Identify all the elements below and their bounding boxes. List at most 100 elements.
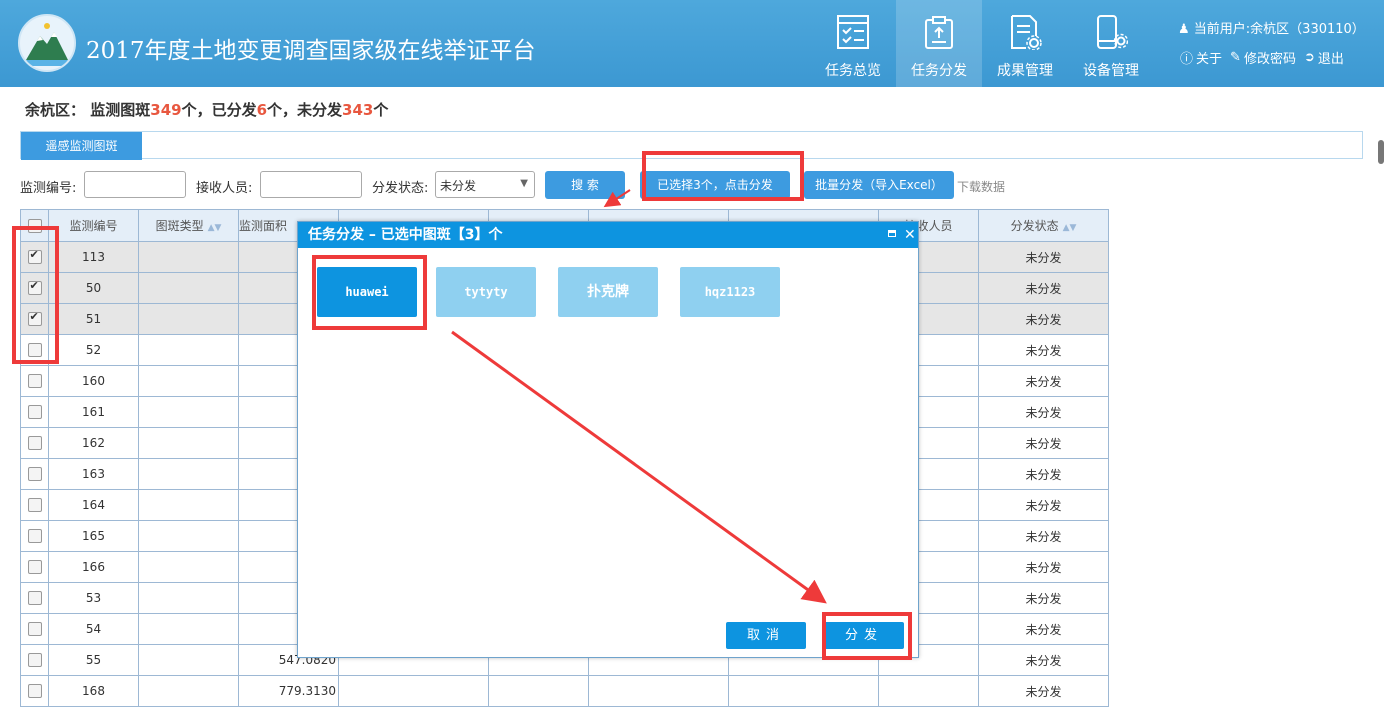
row-checkbox[interactable] [27, 310, 42, 327]
cell-empty [338, 675, 489, 707]
change-password-link[interactable]: ✎ 修改密码 [1230, 48, 1296, 67]
cell-select[interactable] [20, 675, 49, 707]
monitor-id-label: 监测编号: [20, 181, 77, 196]
cell-select[interactable] [20, 613, 49, 645]
cell-id: 160 [48, 365, 139, 397]
summary-region: 余杭区： [25, 101, 86, 119]
row-checkbox[interactable] [27, 684, 42, 699]
monitor-id-input[interactable] [84, 171, 186, 198]
summary-line: 余杭区： 监测图斑349个，已分发6个，未分发343个 [25, 99, 388, 120]
cell-select[interactable] [20, 582, 49, 614]
cell-status: 未分发 [978, 675, 1109, 707]
maximize-icon[interactable] [888, 230, 896, 237]
summary-monitor-prefix: 监测图斑 [90, 101, 151, 119]
user-option-hqz1123[interactable]: hqz1123 [680, 267, 780, 317]
nav-task-overview[interactable]: 任务总览 [810, 0, 896, 87]
distribution-dialog: 任务分发 – 已选中图斑【3】个 ✕ huawei tytyty 扑克牌 hqz… [297, 221, 919, 658]
sort-icon: ▲▼ [207, 223, 222, 233]
status-select[interactable]: 未分发 ▼ [435, 171, 535, 198]
nav-label: 任务总览 [825, 63, 881, 79]
cell-id: 164 [48, 489, 139, 521]
logout-icon: ➲ [1303, 50, 1315, 65]
distribute-selected-button[interactable]: 已选择3个，点击分发 [640, 171, 790, 199]
cell-type [138, 644, 239, 676]
select-all-cell[interactable] [20, 209, 49, 242]
row-checkbox[interactable] [27, 529, 42, 544]
nav-results-management[interactable]: 成果管理 [982, 0, 1068, 87]
search-button[interactable]: 搜 索 [545, 171, 625, 199]
document-gear-icon [1011, 15, 1042, 50]
close-icon[interactable]: ✕ [904, 222, 916, 248]
cell-select[interactable] [20, 365, 49, 397]
col-header-id[interactable]: 监测编号 [48, 209, 139, 242]
row-checkbox[interactable] [27, 343, 42, 358]
user-option-tytyty[interactable]: tytyty [436, 267, 536, 317]
cell-type [138, 520, 239, 552]
receiver-input[interactable] [260, 171, 362, 198]
cell-status: 未分发 [978, 303, 1109, 335]
summary-total: 349 [150, 101, 182, 119]
cell-status: 未分发 [978, 396, 1109, 428]
cell-select[interactable] [20, 489, 49, 521]
batch-distribute-button[interactable]: 批量分发（导入Excel） [804, 171, 954, 199]
cell-id: 53 [48, 582, 139, 614]
main-nav: 任务总览 任务分发 成果管理 设备管理 [810, 0, 1154, 87]
cell-select[interactable] [20, 551, 49, 583]
cell-select[interactable] [20, 458, 49, 490]
cell-select[interactable] [20, 272, 49, 304]
row-checkbox[interactable] [27, 467, 42, 482]
cell-select[interactable] [20, 241, 49, 273]
logout-link[interactable]: ➲ 退出 [1304, 48, 1344, 67]
user-icon: ♟ [1178, 22, 1190, 37]
cell-select[interactable] [20, 520, 49, 552]
row-checkbox[interactable] [27, 436, 42, 451]
scrollbar[interactable] [1378, 140, 1384, 164]
row-checkbox[interactable] [27, 498, 42, 513]
cell-empty [588, 675, 729, 707]
nav-task-distribution[interactable]: 任务分发 [896, 0, 982, 87]
sort-icon: ▲▼ [1062, 223, 1077, 233]
row-checkbox[interactable] [27, 622, 42, 637]
cell-id: 168 [48, 675, 139, 707]
distribute-button[interactable]: 分发 [824, 622, 904, 649]
row-checkbox[interactable] [27, 591, 42, 606]
select-all-checkbox[interactable] [27, 218, 42, 233]
cell-type [138, 489, 239, 521]
user-option-pukepai[interactable]: 扑克牌 [558, 267, 658, 317]
checklist-icon [837, 15, 869, 49]
table-row[interactable]: 168 779.3130 未分发 [20, 675, 1109, 707]
cell-select[interactable] [20, 303, 49, 335]
info-icon: ⓘ [1180, 52, 1194, 67]
cell-id: 166 [48, 551, 139, 583]
user-links: ⓘ 关于 ✎ 修改密码 ➲ 退出 [1180, 48, 1344, 67]
col-header-label: 分发状态 [1010, 219, 1059, 233]
col-header-label: 监测编号 [69, 219, 118, 233]
row-checkbox[interactable] [27, 279, 42, 296]
about-link[interactable]: ⓘ 关于 [1180, 48, 1222, 67]
row-checkbox[interactable] [27, 653, 42, 668]
row-checkbox[interactable] [27, 248, 42, 265]
col-header-status[interactable]: 分发状态 ▲▼ [978, 209, 1109, 242]
change-password-label: 修改密码 [1243, 52, 1296, 67]
summary-unissued-prefix: 个，未分发 [267, 101, 343, 119]
cell-status: 未分发 [978, 644, 1109, 676]
row-checkbox[interactable] [27, 405, 42, 420]
cell-select[interactable] [20, 427, 49, 459]
user-option-huawei[interactable]: huawei [317, 267, 417, 317]
cell-select[interactable] [20, 396, 49, 428]
cell-type [138, 365, 239, 397]
cell-select[interactable] [20, 334, 49, 366]
col-header-type[interactable]: 图斑类型 ▲▼ [138, 209, 239, 242]
tab-remote-sensing[interactable]: 遥感监测图斑 [21, 132, 142, 160]
cell-select[interactable] [20, 644, 49, 676]
row-checkbox[interactable] [27, 374, 42, 389]
cancel-button[interactable]: 取消 [726, 622, 806, 649]
cell-type [138, 396, 239, 428]
row-checkbox[interactable] [27, 560, 42, 575]
download-data-link[interactable]: 下载数据 [957, 178, 1005, 195]
app-title: 2017年度土地变更调查国家级在线举证平台 [86, 38, 536, 64]
cell-id: 52 [48, 334, 139, 366]
nav-device-management[interactable]: 设备管理 [1068, 0, 1154, 87]
edit-icon: ✎ [1230, 50, 1241, 65]
about-label: 关于 [1196, 52, 1223, 67]
